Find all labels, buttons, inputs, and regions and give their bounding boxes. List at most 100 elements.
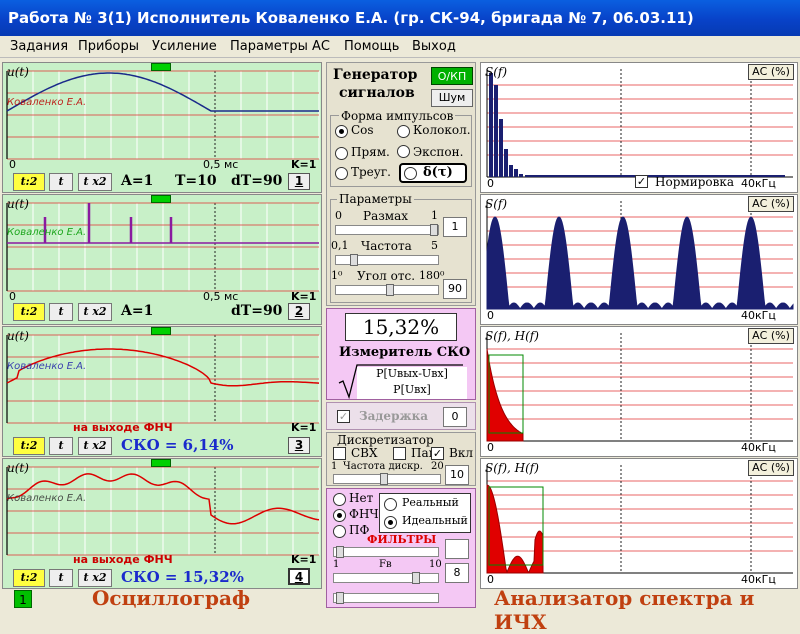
sample-freq-min: 1 [331, 461, 338, 472]
range-slider-thumb[interactable] [430, 224, 438, 236]
osc-sync-indicator-1 [151, 63, 171, 71]
delay-label: Задержка [359, 409, 429, 423]
formula-denominator: P[Uвх] [357, 383, 467, 399]
osc-grid-2 [6, 202, 320, 292]
spectrum-axis-label: S(f) [485, 65, 508, 79]
filter-aux-slider[interactable] [333, 546, 439, 558]
ac-percent-button[interactable]: АС (%) [748, 328, 794, 344]
menu-item-exit[interactable]: Выход [412, 39, 456, 54]
sample-freq-label: Частота дискр. [343, 461, 423, 472]
sample-freq-value[interactable]: 10 [445, 465, 469, 485]
spectrum-bar [494, 85, 498, 177]
menu-item-devices[interactable]: Приборы [78, 39, 139, 54]
range-max: 1 [431, 209, 438, 222]
freq-slider-thumb[interactable] [350, 254, 358, 266]
amplitude-value: A=1 [121, 173, 154, 189]
menu-bar: Задания Приборы Усиление Параметры АС По… [0, 36, 800, 58]
freq-slider[interactable] [335, 254, 439, 266]
channel-2-button[interactable]: 2 [288, 303, 310, 320]
time-x2-button[interactable]: t x2 [78, 569, 112, 587]
svh-checkbox[interactable] [333, 447, 346, 460]
spectrum-bar [509, 165, 513, 177]
spectrum-bar [519, 174, 523, 177]
cutoff-label: Fв [379, 559, 392, 570]
filter-aux2-slider[interactable] [333, 592, 439, 604]
osc-author-watermark: Коваленко Е.А. [7, 361, 87, 372]
range-slider[interactable] [335, 224, 439, 236]
angle-slider-thumb[interactable] [386, 284, 394, 296]
shape-bell-radio[interactable] [397, 125, 410, 138]
sample-freq-slider[interactable] [333, 473, 441, 485]
shape-delta-radio[interactable] [404, 167, 417, 180]
cutoff-value[interactable]: 8 [445, 563, 469, 583]
angle-max: 180⁰ [419, 269, 445, 282]
osc-axis-label: u(t) [7, 65, 29, 79]
angle-slider[interactable] [335, 284, 439, 296]
spec-tick-0: 0 [487, 177, 494, 190]
shape-rect-radio[interactable] [335, 147, 348, 160]
okp-button[interactable]: О/КП [431, 67, 473, 85]
mem-checkbox[interactable] [393, 447, 406, 460]
delay-value[interactable]: 0 [443, 407, 467, 427]
shape-tri-radio[interactable] [335, 167, 348, 180]
time-x2-button[interactable]: t x2 [78, 437, 112, 455]
lpf-output-label: на выходе ФНЧ [73, 553, 173, 566]
cutoff-slider[interactable] [333, 572, 439, 584]
spec-grid-3 [486, 333, 793, 442]
osc-axis-label: u(t) [7, 461, 29, 475]
time-reset-button[interactable]: t [49, 569, 73, 587]
normalize-checkbox[interactable]: ✓ [635, 175, 648, 188]
osc-panel-3: u(t) Коваленко Е.А. на выходе ФНЧ K=1 t:… [2, 326, 322, 457]
channel-3-button[interactable]: 3 [288, 437, 310, 454]
filter-type-group: Реальный Идеальный [379, 493, 471, 533]
filter-real-radio[interactable] [384, 498, 397, 511]
shape-cos-radio[interactable] [335, 125, 348, 138]
ac-percent-button[interactable]: АС (%) [748, 196, 794, 212]
cutoff-slider-thumb[interactable] [412, 572, 420, 584]
duration-value: dT=90 [231, 303, 283, 319]
angle-value[interactable]: 90 [443, 279, 467, 299]
range-value[interactable]: 1 [443, 217, 467, 237]
noise-button[interactable]: Шум [431, 89, 473, 107]
time-reset-button[interactable]: t [49, 437, 73, 455]
ac-percent-button[interactable]: АС (%) [748, 64, 794, 80]
enable-checkbox[interactable]: ✓ [431, 447, 444, 460]
osc-grid-1 [6, 70, 320, 160]
sample-freq-thumb[interactable] [380, 473, 388, 485]
menu-item-ac-params[interactable]: Параметры АС [230, 39, 330, 54]
channel-1-button[interactable]: 1 [288, 173, 310, 190]
delay-checkbox[interactable]: ✓ [337, 410, 350, 423]
filter-none-radio[interactable] [333, 493, 346, 506]
filter-aux2-thumb[interactable] [336, 592, 344, 604]
menu-item-tasks[interactable]: Задания [10, 39, 68, 54]
time-div2-button[interactable]: t:2 [13, 437, 45, 455]
time-reset-button[interactable]: t [49, 303, 73, 321]
menu-item-gain[interactable]: Усиление [152, 39, 217, 54]
time-div2-button[interactable]: t:2 [13, 173, 45, 191]
osc-tick-05: 0,5 мс [203, 290, 239, 303]
ac-percent-button[interactable]: АС (%) [748, 460, 794, 476]
time-div2-button[interactable]: t:2 [13, 303, 45, 321]
filter-lpf-radio[interactable] [333, 509, 346, 522]
oscilloscope-caption: Осциллограф [92, 586, 250, 610]
sample-freq-max: 20 [431, 461, 444, 472]
time-div2-button[interactable]: t:2 [13, 569, 45, 587]
filter-bpf-radio[interactable] [333, 525, 346, 538]
filter-aux-thumb[interactable] [336, 546, 344, 558]
osc-gain-k: K=1 [291, 290, 317, 303]
delta-button[interactable]: δ(τ) [399, 163, 467, 183]
shape-exp-radio[interactable] [397, 145, 410, 158]
rms-meter-panel: 15,32% Измеритель СКО P[Uвых-Uвх] P[Uвх] [326, 308, 476, 400]
filter-none-label: Нет [349, 491, 374, 505]
filters-panel: Нет ФНЧ ПФ Реальный Идеальный ФИЛЬТРЫ 1 … [326, 488, 476, 608]
filter-lpf-label: ФНЧ [349, 507, 379, 521]
filter-ideal-radio[interactable] [384, 516, 397, 529]
channel-4-button[interactable]: 4 [288, 568, 310, 585]
time-reset-button[interactable]: t [49, 173, 73, 191]
osc-grid-3 [6, 334, 320, 424]
osc-gain-k: K=1 [291, 421, 317, 434]
menu-item-help[interactable]: Помощь [344, 39, 399, 54]
filter-aux-value[interactable] [445, 539, 469, 559]
time-x2-button[interactable]: t x2 [78, 303, 112, 321]
time-x2-button[interactable]: t x2 [78, 173, 112, 191]
